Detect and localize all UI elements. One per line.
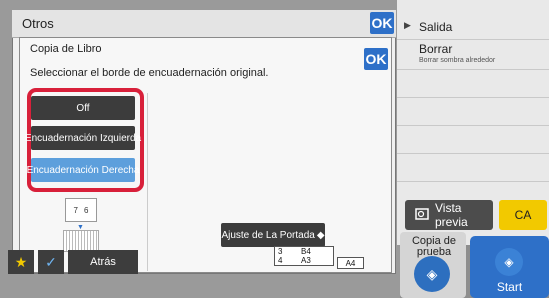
favorite-star-icon[interactable]: ★ <box>8 250 34 274</box>
option-label: Encuadernación Derecha <box>26 164 140 176</box>
right-item-borrar[interactable]: Borrar Borrar sombra alrededor <box>397 40 549 70</box>
vista-previa-label: Vista previa <box>435 201 468 229</box>
ok-label: OK <box>371 15 393 31</box>
page-number: 7 <box>73 205 78 215</box>
arrow-right-icon: ◆ <box>316 229 325 241</box>
copia-libro-ok-button[interactable]: OK <box>364 48 388 70</box>
right-item-salida[interactable]: ▶ Salida <box>397 10 549 40</box>
right-item-empty <box>397 126 549 154</box>
paper-tray-status: 3 B4 4 A3 <box>274 246 334 266</box>
copia-libro-dialog: Copia de Libro Seleccionar el borde de e… <box>19 37 392 273</box>
ok-label: OK <box>365 51 387 67</box>
option-label: Off <box>76 102 90 114</box>
ajuste-portada-button[interactable]: Ajuste de La Portada ◆ <box>221 223 325 247</box>
otros-ok-button[interactable]: OK <box>370 12 394 34</box>
copia-prueba-label: Copia de prueba <box>411 235 457 258</box>
tray-size: A3 <box>301 256 311 265</box>
otros-title-bar: Otros <box>12 10 396 38</box>
atras-label: Atrás <box>90 256 116 268</box>
output-size: A4 <box>345 258 356 268</box>
right-item-label: Salida <box>419 20 453 34</box>
preview-icon <box>415 207 429 223</box>
ca-button[interactable]: CA <box>499 200 547 230</box>
divider <box>147 93 148 271</box>
start-icon: ◈ <box>495 248 523 276</box>
tray-number: 3 <box>278 247 283 256</box>
book-pages-icon: 7 6 <box>65 198 97 222</box>
check-icon[interactable]: ✓ <box>38 250 64 274</box>
portada-label: Ajuste de La Portada <box>221 229 315 241</box>
option-off-button[interactable]: Off <box>31 96 135 120</box>
page-stack-icon <box>63 230 99 252</box>
right-item-empty <box>397 70 549 98</box>
right-item-label: Borrar <box>419 42 453 56</box>
option-izquierda-button[interactable]: Encuadernación Izquierda <box>25 126 141 150</box>
vista-previa-button[interactable]: Vista previa <box>405 200 493 230</box>
start-label: Start <box>496 280 523 294</box>
tray-number: 4 <box>278 256 283 265</box>
tray-size: B4 <box>301 247 311 256</box>
copia-prueba-start-icon[interactable]: ◈ <box>414 256 450 292</box>
right-item-sublabel: Borrar sombra alrededor <box>419 57 496 64</box>
right-item-empty <box>397 98 549 126</box>
play-arrow-icon: ▶ <box>404 20 411 30</box>
option-derecha-button[interactable]: Encuadernación Derecha <box>27 158 139 182</box>
start-button[interactable]: ◈ Start <box>470 236 549 298</box>
ca-label: CA <box>514 208 532 222</box>
right-item-empty <box>397 154 549 182</box>
otros-title: Otros <box>22 16 54 31</box>
atras-button[interactable]: Atrás <box>68 250 138 274</box>
page-number: 6 <box>84 205 89 215</box>
instruction-text: Seleccionar el borde de encuadernación o… <box>30 67 269 79</box>
option-label: Encuadernación Izquierda <box>24 132 142 144</box>
output-size-badge: A4 <box>337 257 364 269</box>
dialog-title: Copia de Libro <box>30 43 102 55</box>
